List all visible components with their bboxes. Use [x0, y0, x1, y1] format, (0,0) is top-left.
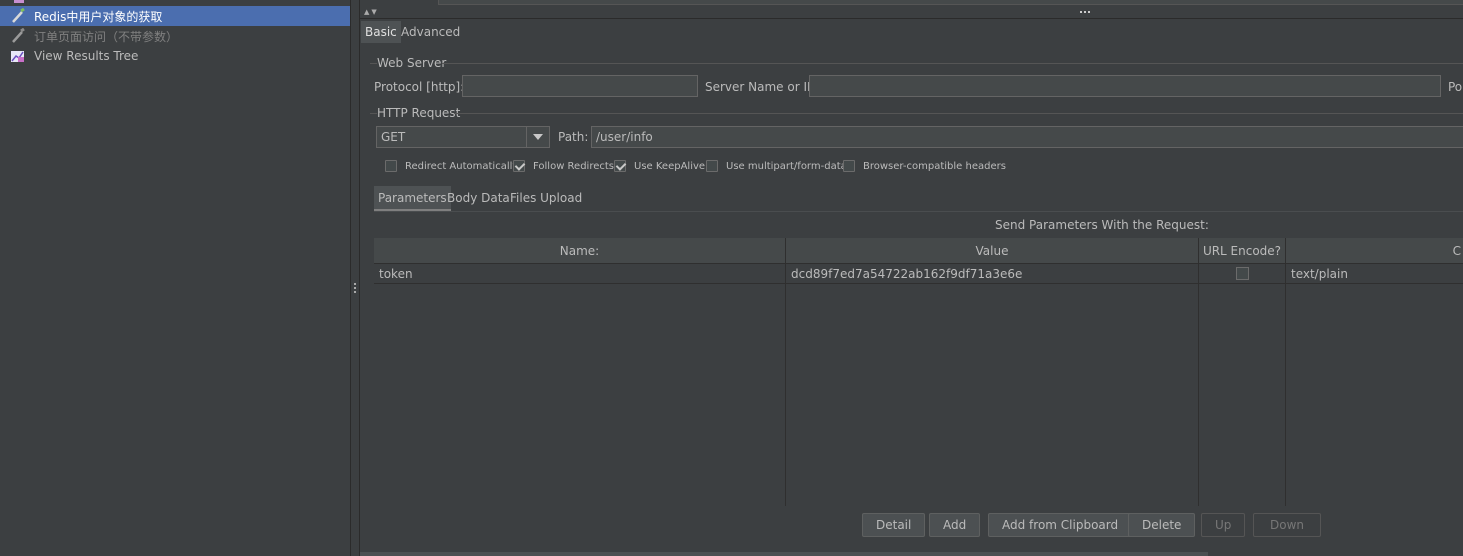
- section-divider: [442, 63, 1463, 64]
- tab-files-upload[interactable]: Files Upload: [506, 186, 586, 211]
- vertical-splitter[interactable]: [350, 0, 360, 556]
- table-cell-url-encode[interactable]: [1199, 264, 1285, 284]
- comments-strip: [360, 0, 1463, 8]
- column-divider: [1198, 264, 1199, 506]
- horizontal-scrollbar[interactable]: [360, 552, 1208, 556]
- tab-underline: [374, 211, 1463, 212]
- browser-compatible-headers-checkbox[interactable]: Browser-compatible headers: [843, 160, 1006, 172]
- tab-basic[interactable]: Basic: [361, 21, 401, 43]
- column-header-content-type[interactable]: C: [1286, 238, 1463, 264]
- section-divider: [370, 113, 377, 114]
- checkbox-label: Follow Redirects: [533, 160, 614, 172]
- pipette-sampler-icon: [10, 7, 26, 24]
- checkbox-box: [513, 160, 525, 172]
- path-input[interactable]: /user/info: [591, 126, 1463, 148]
- checkbox-box: [843, 160, 855, 172]
- chart-listener-icon: [10, 48, 26, 64]
- add-from-clipboard-button[interactable]: Add from Clipboard: [988, 513, 1133, 537]
- drag-handle-icon: [1080, 11, 1092, 13]
- tab-parameters[interactable]: Parameters: [374, 186, 451, 211]
- tree-item-label: 订单页面访问（不带参数）: [34, 29, 179, 44]
- tab-body-data[interactable]: Body Data: [443, 186, 514, 211]
- section-divider: [454, 113, 1463, 114]
- chevron-down-icon[interactable]: [526, 127, 549, 147]
- parameters-caption: Send Parameters With the Request:: [995, 218, 1209, 232]
- down-button[interactable]: Down: [1253, 513, 1322, 537]
- table-cell-value[interactable]: dcd89f7ed7a54722ab162f9df71a3e6e: [786, 264, 1198, 284]
- tree-item-redis-user[interactable]: Redis中用户对象的获取: [0, 6, 350, 26]
- web-server-section-title: Web Server: [377, 56, 447, 70]
- method-value: GET: [381, 130, 406, 144]
- horizontal-splitter[interactable]: ▲▼: [360, 8, 1463, 19]
- http-request-section-title: HTTP Request: [377, 106, 461, 120]
- tree-item-view-results-tree[interactable]: View Results Tree: [10, 46, 350, 66]
- use-keepalive-checkbox[interactable]: Use KeepAlive: [614, 160, 705, 172]
- checkbox-box: [706, 160, 718, 172]
- drag-handle-icon: [354, 283, 357, 295]
- column-header-url-encode[interactable]: URL Encode?: [1199, 238, 1286, 264]
- http-request-panel: ▲▼ Basic Advanced Web Server Protocol [h…: [360, 0, 1463, 556]
- row-divider: [374, 283, 1463, 284]
- detail-button[interactable]: Detail: [862, 513, 926, 537]
- pipette-sampler-icon: [10, 27, 26, 44]
- server-name-label: Server Name or IP:: [705, 80, 819, 94]
- url-encode-checkbox[interactable]: [1236, 267, 1249, 280]
- column-divider: [785, 264, 786, 506]
- port-label: Po: [1448, 80, 1463, 94]
- checkbox-box: [614, 160, 626, 172]
- path-label: Path:: [558, 130, 589, 144]
- delete-button[interactable]: Delete: [1128, 513, 1196, 537]
- column-divider: [1285, 264, 1286, 506]
- table-cell-name[interactable]: token: [374, 264, 785, 284]
- section-divider: [370, 63, 377, 64]
- parameters-table: Name: Value URL Encode? C token dcd89f7e…: [374, 238, 1463, 506]
- column-header-value[interactable]: Value: [786, 238, 1199, 264]
- test-plan-tree: Redis中用户对象的获取 订单页面访问（不带参数） View Results …: [0, 0, 350, 556]
- checkbox-label: Use KeepAlive: [634, 160, 706, 172]
- tree-item-label: View Results Tree: [34, 49, 139, 63]
- tree-item-order-page[interactable]: 订单页面访问（不带参数）: [10, 26, 350, 46]
- tree-item-label: Redis中用户对象的获取: [34, 9, 163, 24]
- checkbox-box: [385, 160, 397, 172]
- up-button[interactable]: Up: [1201, 513, 1246, 537]
- checkbox-label: Browser-compatible headers: [863, 160, 1006, 172]
- follow-redirects-checkbox[interactable]: Follow Redirects: [513, 160, 614, 172]
- partial-tree-item-icon: [10, 0, 26, 3]
- method-select[interactable]: GET: [376, 126, 550, 148]
- use-multipart-checkbox[interactable]: Use multipart/form-data: [706, 160, 847, 172]
- server-name-input[interactable]: [809, 75, 1441, 97]
- collapse-arrows-icon[interactable]: ▲▼: [364, 8, 379, 16]
- protocol-input[interactable]: [462, 75, 698, 97]
- tab-advanced[interactable]: Advanced: [397, 21, 464, 43]
- checkbox-label: Redirect Automatically: [405, 160, 519, 172]
- redirect-automatically-checkbox[interactable]: Redirect Automatically: [385, 160, 518, 172]
- add-button[interactable]: Add: [929, 513, 981, 537]
- protocol-label: Protocol [http]:: [374, 80, 465, 94]
- table-cell-content-type[interactable]: text/plain: [1286, 264, 1463, 284]
- checkbox-label: Use multipart/form-data: [726, 160, 847, 172]
- column-header-name[interactable]: Name:: [374, 238, 786, 264]
